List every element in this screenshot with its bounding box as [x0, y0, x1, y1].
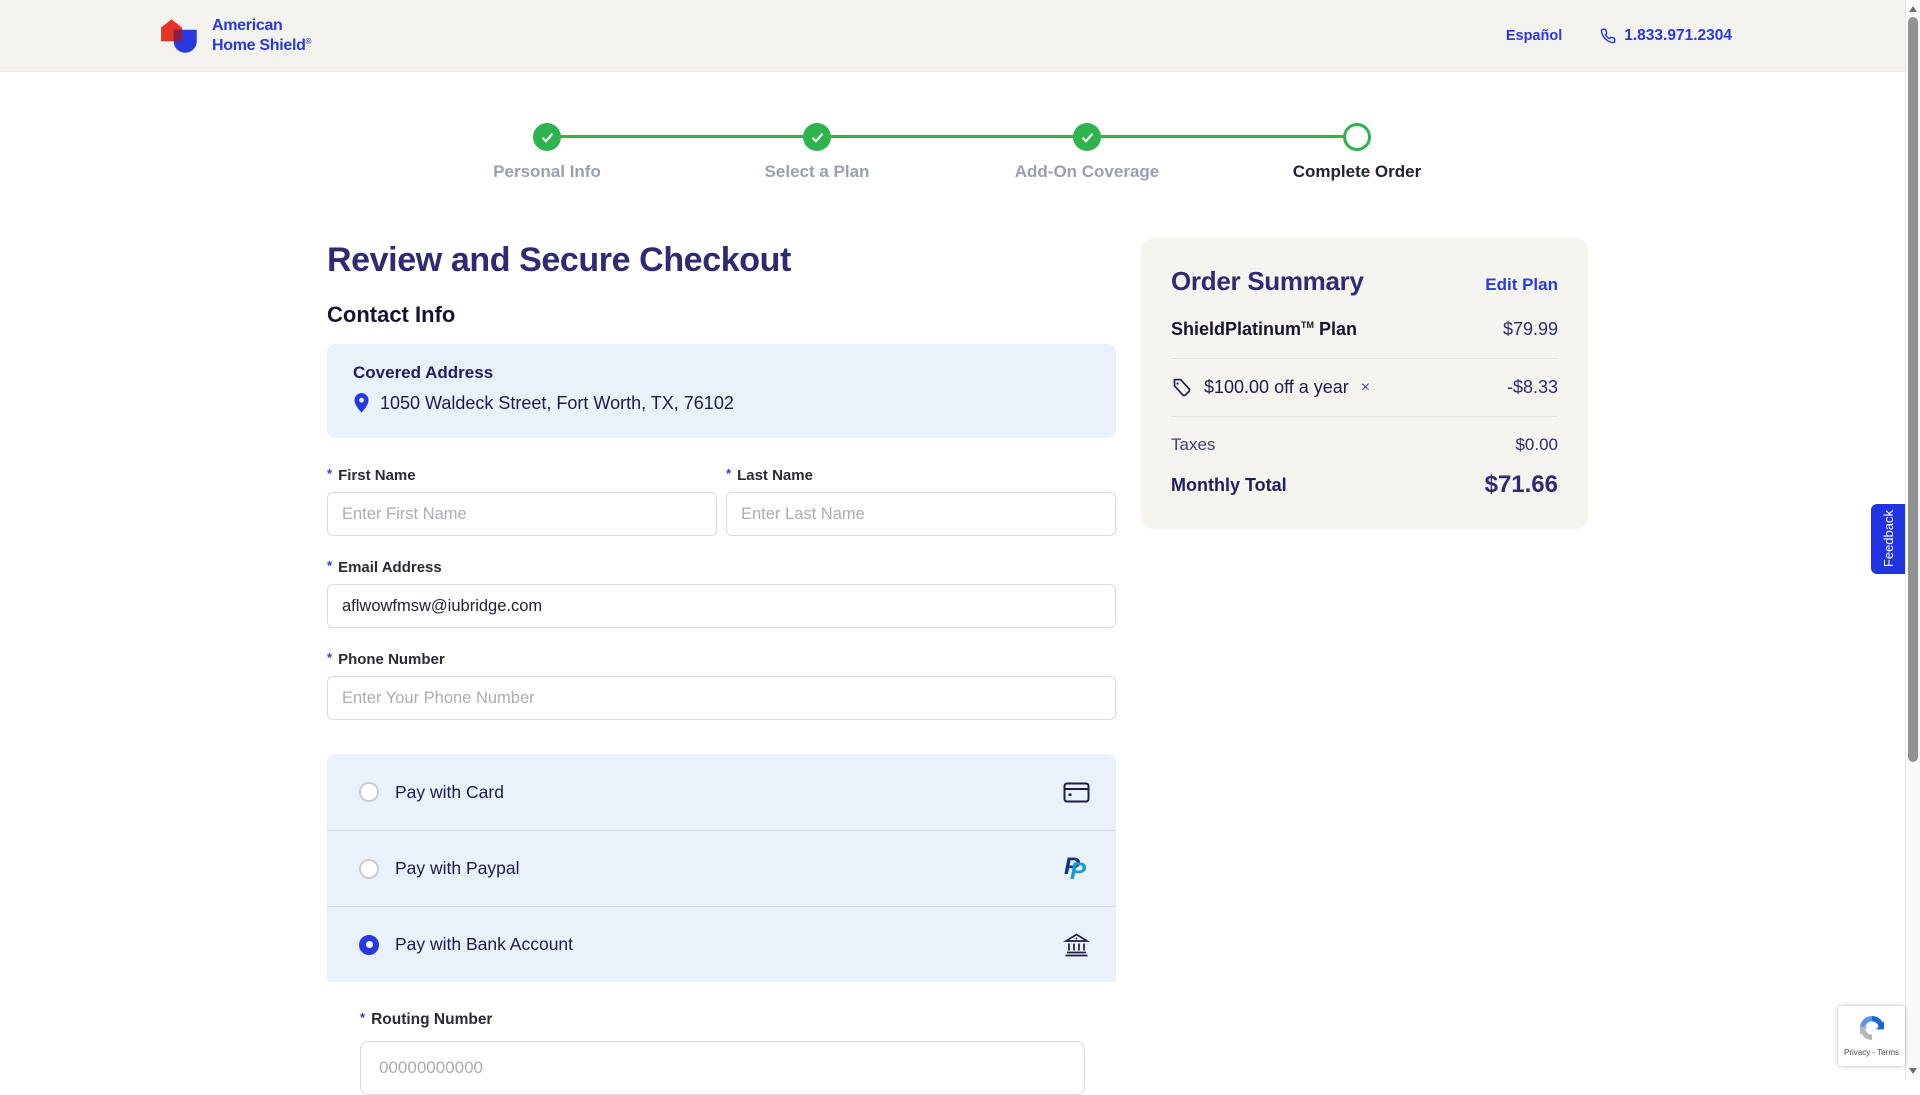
first-name-input[interactable]	[327, 492, 717, 536]
phone-number-input[interactable]	[327, 676, 1116, 720]
covered-address-value: 1050 Waldeck Street, Fort Worth, TX, 761…	[380, 393, 734, 414]
summary-divider	[1171, 416, 1558, 417]
recaptcha-badge: Privacy - Terms	[1838, 1006, 1905, 1066]
order-summary-title: Order Summary	[1171, 266, 1364, 297]
covered-address-card: Covered Address 1050 Waldeck Street, For…	[327, 344, 1116, 438]
remove-coupon-icon[interactable]: ×	[1361, 379, 1370, 397]
coupon-tag-icon	[1171, 377, 1192, 398]
language-link[interactable]: Español	[1506, 28, 1562, 44]
monthly-total-value: $71.66	[1485, 471, 1558, 499]
email-field[interactable]	[327, 584, 1116, 628]
plan-row: ShieldPlatinumTM Plan $79.99	[1171, 319, 1558, 340]
email-label: *Email Address	[327, 558, 1116, 576]
phone-icon	[1600, 28, 1616, 44]
edit-plan-link[interactable]: Edit Plan	[1485, 275, 1558, 295]
phone-label: *Phone Number	[327, 650, 1116, 668]
check-icon	[810, 130, 825, 145]
step-circle-complete	[803, 123, 831, 151]
scrollbar[interactable]	[1905, 0, 1920, 1080]
pay-paypal-radio[interactable]	[359, 859, 379, 879]
stepper-connector-line	[547, 135, 1357, 138]
coupon-label: $100.00 off a year	[1204, 377, 1349, 398]
contact-info-heading: Contact Info	[327, 302, 1116, 328]
scrollbar-thumb[interactable]	[1908, 17, 1918, 762]
pay-bank-radio[interactable]	[359, 935, 379, 955]
scroll-up-arrow[interactable]	[1909, 6, 1917, 12]
check-icon	[540, 130, 555, 145]
recaptcha-privacy-terms-links[interactable]: Privacy - Terms	[1844, 1048, 1899, 1057]
routing-number-input[interactable]	[360, 1041, 1085, 1095]
header-phone-number: 1.833.971.2304	[1624, 27, 1732, 45]
pay-card-radio[interactable]	[359, 782, 379, 802]
order-summary-panel: Order Summary Edit Plan ShieldPlatinumTM…	[1141, 238, 1588, 529]
step-circle-complete	[1073, 123, 1101, 151]
pay-with-paypal-option[interactable]: Pay with Paypal PP	[327, 830, 1116, 906]
ahs-logo[interactable]: American Home Shield®	[160, 15, 311, 57]
pay-with-card-option[interactable]: Pay with Card	[327, 754, 1116, 830]
pay-with-bank-option[interactable]: Pay with Bank Account	[327, 906, 1116, 982]
routing-number-label: *Routing Number	[360, 1010, 1116, 1029]
payment-methods-box: Pay with Card Pay with Paypal PP Pay wit…	[327, 754, 1116, 1095]
last-name-label: *Last Name	[726, 466, 1116, 484]
recaptcha-icon	[1856, 1012, 1888, 1044]
covered-address-label: Covered Address	[353, 363, 1090, 383]
monthly-total-row: Monthly Total $71.66	[1171, 471, 1558, 499]
coupon-row: $100.00 off a year × -$8.33	[1171, 377, 1558, 398]
credit-card-icon	[1063, 782, 1090, 803]
taxes-row: Taxes $0.00	[1171, 435, 1558, 455]
first-name-label: *First Name	[327, 466, 717, 484]
summary-divider	[1171, 358, 1558, 359]
scroll-down-arrow[interactable]	[1909, 1068, 1917, 1074]
check-icon	[1080, 130, 1095, 145]
bank-account-form: *Routing Number	[327, 982, 1116, 1095]
taxes-value: $0.00	[1515, 435, 1558, 455]
plan-price: $79.99	[1503, 319, 1558, 340]
app-header: American Home Shield® Español 1.833.971.…	[0, 0, 1920, 72]
header-phone-link[interactable]: 1.833.971.2304	[1600, 27, 1732, 45]
step-circle-current	[1343, 123, 1371, 151]
step-circle-complete	[533, 123, 561, 151]
ahs-logo-text: American Home Shield®	[212, 18, 311, 54]
page-title: Review and Secure Checkout	[327, 240, 1116, 280]
bank-icon	[1063, 931, 1090, 958]
coupon-amount: -$8.33	[1507, 377, 1558, 398]
paypal-icon: PP	[1064, 855, 1090, 883]
ahs-logo-mark	[160, 15, 202, 57]
feedback-button[interactable]: Feedback	[1871, 504, 1905, 574]
last-name-input[interactable]	[726, 492, 1116, 536]
location-pin-icon	[353, 392, 370, 414]
